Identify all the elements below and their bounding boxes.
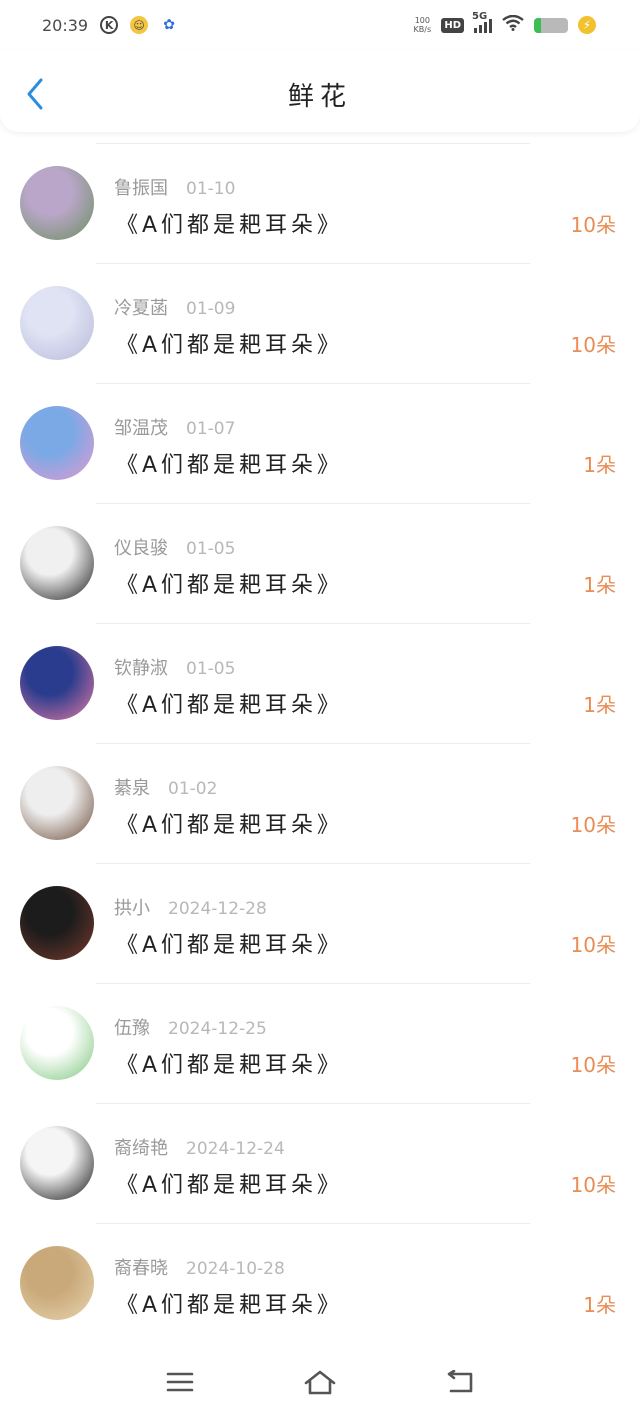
list-item[interactable]: 伍豫 2024-12-25 《A们都是耙耳朵》 10朵 xyxy=(0,983,640,1103)
avatar[interactable] xyxy=(20,1006,94,1080)
gift-date: 01-05 xyxy=(186,539,236,559)
list-item[interactable]: 邹温茂 01-07 《A们都是耙耳朵》 1朵 xyxy=(0,383,640,503)
book-title: 《A们都是耙耳朵》 xyxy=(116,1293,344,1318)
user-name: 钦静淑 xyxy=(114,658,168,679)
system-nav-bar xyxy=(0,1342,640,1422)
avatar[interactable] xyxy=(20,646,94,720)
item-meta: 裔春晓 2024-10-28 xyxy=(114,1254,285,1280)
book-title: 《A们都是耙耳朵》 xyxy=(116,333,344,358)
item-meta: 綦泉 01-02 xyxy=(114,774,217,800)
menu-button[interactable] xyxy=(160,1362,200,1402)
speed-value: 100 xyxy=(414,16,430,25)
avatar[interactable] xyxy=(20,766,94,840)
paw-app-icon: ✿ xyxy=(163,17,175,33)
flower-count: 10朵 xyxy=(570,1053,616,1077)
list-item[interactable]: 拱小 2024-12-28 《A们都是耙耳朵》 10朵 xyxy=(0,863,640,983)
user-name: 鲁振国 xyxy=(114,178,168,199)
gift-date: 01-05 xyxy=(186,659,236,679)
signal-icon: 5G xyxy=(472,11,492,33)
item-meta: 仪良骏 01-05 xyxy=(114,534,235,560)
user-name: 邹温茂 xyxy=(114,418,168,439)
item-meta: 冷夏菡 01-09 xyxy=(114,294,235,320)
book-title: 《A们都是耙耳朵》 xyxy=(116,693,344,718)
home-icon xyxy=(304,1370,336,1395)
list-item[interactable]: 仪良骏 01-05 《A们都是耙耳朵》 1朵 xyxy=(0,503,640,623)
gift-date: 2024-12-28 xyxy=(168,899,267,919)
list-item[interactable]: 裔绮艳 2024-12-24 《A们都是耙耳朵》 10朵 xyxy=(0,1103,640,1223)
emoji-app-icon: ☺ xyxy=(130,16,149,34)
flower-count: 1朵 xyxy=(583,573,616,597)
avatar[interactable] xyxy=(20,1246,94,1320)
status-left: 20:39 K ☺ ✿ xyxy=(42,16,178,35)
flower-count: 1朵 xyxy=(583,693,616,717)
k-app-icon: K xyxy=(100,16,119,34)
gift-date: 01-09 xyxy=(186,299,236,319)
hd-badge: HD xyxy=(441,17,464,33)
user-name: 伍豫 xyxy=(114,1018,150,1039)
list-item[interactable]: 钦静淑 01-05 《A们都是耙耳朵》 1朵 xyxy=(0,623,640,743)
item-meta: 拱小 2024-12-28 xyxy=(114,894,267,920)
flower-count: 1朵 xyxy=(583,1293,616,1317)
flower-count: 10朵 xyxy=(570,1173,616,1197)
book-title: 《A们都是耙耳朵》 xyxy=(116,813,344,838)
flower-list: 鲁振国 01-10 《A们都是耙耳朵》 10朵 冷夏菡 01-09 《A们都是耙耳朵》 10朵… xyxy=(0,143,640,1343)
back-nav-button[interactable] xyxy=(440,1362,480,1402)
status-right: 100 KB/s HD 5G ⚡ xyxy=(413,11,596,36)
flower-count: 10朵 xyxy=(570,213,616,237)
user-name: 仪良骏 xyxy=(114,538,168,559)
item-meta: 邹温茂 01-07 xyxy=(114,414,235,440)
item-meta: 裔绮艳 2024-12-24 xyxy=(114,1134,285,1160)
item-meta: 伍豫 2024-12-25 xyxy=(114,1014,267,1040)
status-time: 20:39 xyxy=(42,15,89,35)
gift-date: 01-07 xyxy=(186,419,236,439)
network-speed: 100 KB/s xyxy=(413,16,432,34)
user-name: 冷夏菡 xyxy=(114,298,168,319)
book-title: 《A们都是耙耳朵》 xyxy=(116,1173,344,1198)
wifi-icon xyxy=(502,14,524,36)
list-item[interactable]: 冷夏菡 01-09 《A们都是耙耳朵》 10朵 xyxy=(0,263,640,383)
user-name: 裔绮艳 xyxy=(114,1138,168,1159)
status-bar: 20:39 K ☺ ✿ 100 KB/s HD 5G ⚡ xyxy=(0,0,640,50)
gift-date: 01-02 xyxy=(168,779,218,799)
item-meta: 鲁振国 01-10 xyxy=(114,174,235,200)
avatar[interactable] xyxy=(20,406,94,480)
list-item[interactable]: 鲁振国 01-10 《A们都是耙耳朵》 10朵 xyxy=(0,143,640,263)
flower-count: 10朵 xyxy=(570,933,616,957)
book-title: 《A们都是耙耳朵》 xyxy=(116,933,344,958)
battery-icon xyxy=(534,17,568,33)
network-type: 5G xyxy=(472,11,488,22)
avatar[interactable] xyxy=(20,526,94,600)
menu-icon xyxy=(166,1372,194,1392)
return-icon xyxy=(447,1370,473,1393)
gift-date: 2024-12-25 xyxy=(168,1019,267,1039)
list-item[interactable]: 裔春晓 2024-10-28 《A们都是耙耳朵》 1朵 xyxy=(0,1223,640,1343)
header: 鲜花 xyxy=(0,50,640,132)
flower-count: 10朵 xyxy=(570,333,616,357)
page-title: 鲜花 xyxy=(287,82,352,112)
item-meta: 钦静淑 01-05 xyxy=(114,654,235,680)
user-name: 綦泉 xyxy=(114,778,150,799)
book-title: 《A们都是耙耳朵》 xyxy=(116,213,344,238)
book-title: 《A们都是耙耳朵》 xyxy=(116,1053,344,1078)
user-name: 拱小 xyxy=(114,898,150,919)
charging-icon: ⚡ xyxy=(578,16,596,34)
book-title: 《A们都是耙耳朵》 xyxy=(116,453,344,478)
avatar[interactable] xyxy=(20,286,94,360)
flower-count: 1朵 xyxy=(583,453,616,477)
speed-unit: KB/s xyxy=(413,25,432,34)
avatar[interactable] xyxy=(20,886,94,960)
gift-date: 2024-12-24 xyxy=(186,1139,285,1159)
avatar[interactable] xyxy=(20,1126,94,1200)
user-name: 裔春晓 xyxy=(114,1258,168,1279)
list-item[interactable]: 綦泉 01-02 《A们都是耙耳朵》 10朵 xyxy=(0,743,640,863)
avatar[interactable] xyxy=(20,166,94,240)
gift-date: 2024-10-28 xyxy=(186,1259,285,1279)
book-title: 《A们都是耙耳朵》 xyxy=(116,573,344,598)
gift-date: 01-10 xyxy=(186,179,236,199)
home-button[interactable] xyxy=(300,1362,340,1402)
flower-count: 10朵 xyxy=(570,813,616,837)
